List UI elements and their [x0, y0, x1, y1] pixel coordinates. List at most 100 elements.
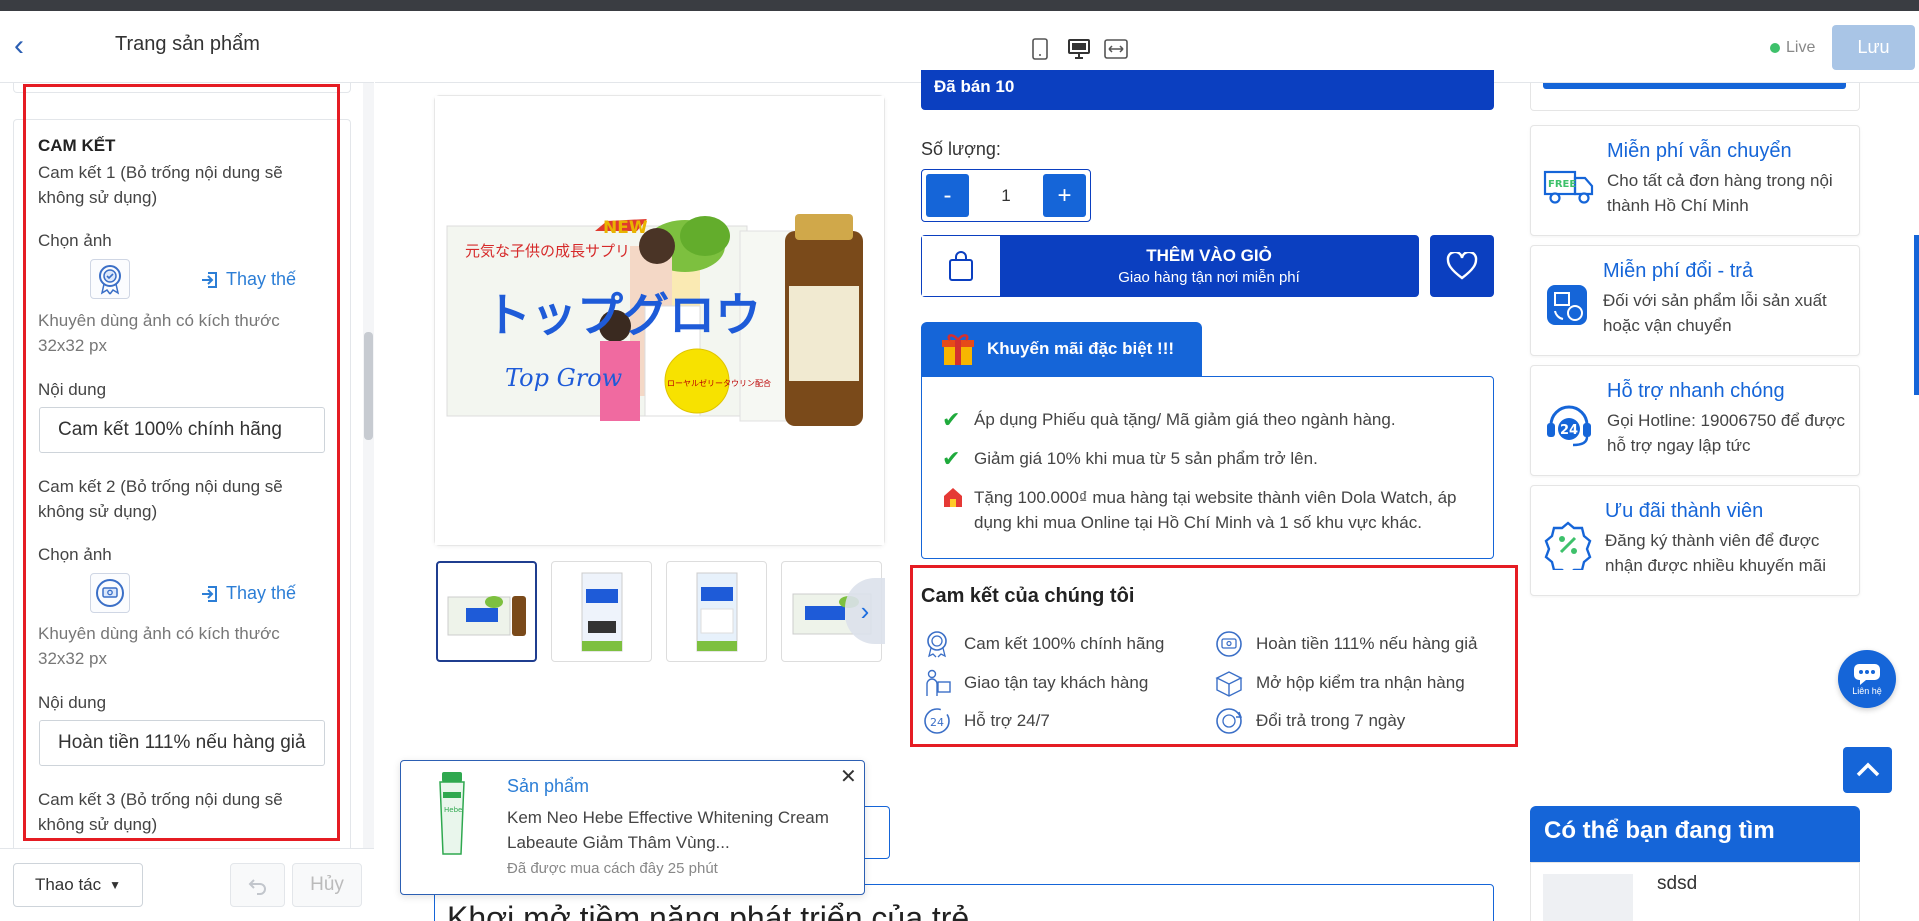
- quantity-increase-button[interactable]: +: [1043, 174, 1086, 217]
- cancel-button[interactable]: Hủy: [292, 863, 362, 907]
- toast-product-name[interactable]: Kem Neo Hebe Effective Whitening Cream L…: [507, 805, 837, 855]
- contact-chat-button[interactable]: Liên hệ: [1838, 650, 1896, 708]
- service-fast-support: 24 Hỗ trợ nhanh chóng Gọi Hotline: 19006…: [1530, 365, 1860, 476]
- promo-title: Khuyến mãi đặc biệt !!!: [987, 339, 1175, 358]
- promo-box: ✔ Áp dụng Phiếu quà tặng/ Mã giảm giá the…: [921, 376, 1494, 559]
- suggested-product-image[interactable]: [1543, 874, 1633, 921]
- highlight-box-editor: [23, 84, 340, 841]
- product-photo: 元気な子供の成長サプリ NEW トップグロウ Top Grow ローヤルゼリータ…: [435, 96, 884, 545]
- expand-width-icon: [1104, 39, 1128, 59]
- desktop-view-button[interactable]: [1062, 32, 1096, 66]
- add-to-cart-label: THÊM VÀO GIỎ: [1146, 246, 1272, 265]
- new-badge: NEW: [603, 218, 648, 238]
- promo-line-2: ✔ Giảm giá 10% khi mua từ 5 sản phẩm trở …: [942, 446, 1471, 471]
- highlight-box-preview: [910, 565, 1518, 747]
- editor-scrollbar[interactable]: [363, 83, 374, 848]
- product-thumbnails: [436, 561, 882, 662]
- quantity-stepper: - 1 +: [921, 169, 1091, 222]
- promo-line-3: Tặng 100.000₫ mua hàng tại website thành…: [942, 485, 1471, 535]
- checkmark-icon: ✔: [942, 407, 961, 432]
- service-free-shipping: FREE Miễn phí vẫn chuyển Cho tất cả đơn …: [1530, 125, 1860, 236]
- jp-brand: トップグロウ: [485, 288, 761, 342]
- toast-product-image: Hebe: [430, 772, 475, 857]
- chevron-up-icon: [1856, 762, 1879, 777]
- svg-text:FREE: FREE: [1548, 179, 1576, 190]
- chat-bubble-icon: [1854, 664, 1880, 685]
- service-desc: Đối với sản phẩm lỗi sản xuất hoặc vận c…: [1603, 291, 1827, 335]
- thumbnail-1[interactable]: [436, 561, 537, 662]
- quantity-decrease-button[interactable]: -: [926, 174, 969, 217]
- brand-en: Top Grow: [505, 364, 623, 392]
- promo-text: Giảm giá 10% khi mua từ 5 sản phẩm trở l…: [974, 449, 1318, 468]
- service-title: Ưu đãi thành viên: [1605, 500, 1764, 522]
- wishlist-button[interactable]: [1430, 235, 1494, 297]
- mobile-view-button[interactable]: [1023, 32, 1057, 66]
- undo-button[interactable]: [230, 863, 285, 907]
- promo-tab: Khuyến mãi đặc biệt !!!: [921, 322, 1202, 376]
- live-status: Live: [1770, 39, 1815, 57]
- thumbnail-photo: [696, 572, 737, 651]
- side-edge-accent: [1914, 235, 1919, 395]
- chat-label: Liên hệ: [1852, 686, 1882, 696]
- thumbnail-photo: [581, 572, 622, 651]
- thumbnail-3[interactable]: [666, 561, 767, 662]
- add-to-cart-text: THÊM VÀO GIỎ Giao hàng tận nơi miễn phí: [1000, 236, 1418, 296]
- chevron-right-icon: ›: [860, 595, 870, 626]
- add-to-cart-button[interactable]: THÊM VÀO GIỎ Giao hàng tận nơi miễn phí: [921, 235, 1419, 297]
- gift-icon: [942, 334, 974, 365]
- house-gift-icon: [942, 485, 964, 535]
- maybe-looking-for-title: Có thể bạn đang tìm: [1530, 806, 1860, 862]
- back-arrow-icon[interactable]: ‹: [14, 31, 36, 61]
- service-title: Miễn phí vẫn chuyển: [1607, 140, 1792, 162]
- service-desc: Đăng ký thành viên để được nhận được nhi…: [1605, 531, 1826, 575]
- exchange-return-icon: [1543, 278, 1591, 332]
- sidebar-top-button[interactable]: [1543, 83, 1846, 89]
- service-title: Hỗ trợ nhanh chóng: [1607, 380, 1785, 402]
- service-title: Miễn phí đổi - trả: [1603, 260, 1754, 282]
- live-dot-icon: [1770, 43, 1780, 53]
- service-member-offer: Ưu đãi thành viên Đăng ký thành viên để …: [1530, 485, 1860, 596]
- caret-down-icon: ▼: [109, 878, 122, 892]
- editor-scrollbar-thumb[interactable]: [364, 332, 373, 440]
- product-main-image[interactable]: 元気な子供の成長サプリ NEW トップグロウ Top Grow ローヤルゼリータ…: [434, 95, 885, 546]
- suggested-product-name[interactable]: sdsd: [1657, 873, 1697, 895]
- undo-icon: [248, 879, 266, 895]
- quantity-input[interactable]: 1: [1001, 186, 1010, 206]
- save-button[interactable]: Lưu: [1832, 25, 1915, 70]
- toast-category[interactable]: Sản phẩm: [507, 776, 589, 797]
- toast-time: Đã được mua cách đây 25 phút: [507, 860, 718, 877]
- actions-dropdown[interactable]: Thao tác ▼: [13, 863, 143, 907]
- free-shipping-truck-icon: FREE: [1543, 158, 1595, 212]
- scroll-to-top-button[interactable]: [1843, 747, 1892, 793]
- svg-text:24: 24: [1560, 423, 1578, 438]
- article-title: Khơi mở tiềm năng phát triển của trẻ: [447, 900, 970, 921]
- support-24h-icon: 24: [1543, 398, 1595, 452]
- service-desc: Cho tất cả đơn hàng trong nội thành Hồ C…: [1607, 171, 1833, 215]
- heart-icon: [1446, 252, 1478, 280]
- close-icon[interactable]: ✕: [840, 764, 857, 789]
- jp-tagline: 元気な子供の成長サプリ: [465, 242, 630, 260]
- checkmark-icon: ✔: [942, 446, 961, 471]
- fullwidth-view-button[interactable]: [1099, 32, 1133, 66]
- desktop-icon: [1068, 39, 1090, 59]
- promo-text: Tặng 100.000₫ mua hàng tại website thành…: [974, 488, 1457, 532]
- service-desc: Gọi Hotline: 19006750 để được hỗ trợ nga…: [1607, 411, 1846, 455]
- service-free-return: Miễn phí đổi - trả Đối với sản phẩm lỗi …: [1530, 245, 1860, 356]
- mobile-icon: [1032, 38, 1048, 60]
- promo-line-1: ✔ Áp dụng Phiếu quà tặng/ Mã giảm giá the…: [942, 407, 1471, 432]
- thumbnail-photo: [447, 595, 526, 636]
- discount-badge-icon: [1543, 518, 1593, 572]
- shopping-bag-icon: [922, 236, 1000, 296]
- hidden-button-edge[interactable]: [865, 806, 890, 859]
- window-top-strip: [0, 0, 1919, 11]
- thumbnail-2[interactable]: [551, 561, 652, 662]
- quantity-label: Số lượng:: [921, 139, 1001, 159]
- sold-count-bar: Đã bán 10: [921, 70, 1494, 110]
- live-label: Live: [1786, 39, 1816, 56]
- promo-text: Áp dụng Phiếu quà tặng/ Mã giảm giá theo…: [974, 410, 1396, 429]
- tube-label: Hebe: [444, 806, 462, 814]
- add-to-cart-sublabel: Giao hàng tận nơi miễn phí: [1118, 269, 1300, 286]
- actions-label: Thao tác: [34, 875, 102, 894]
- editor-title: Trang sản phẩm: [115, 33, 260, 55]
- jp-circle-text: ローヤルゼリータウリン配合: [667, 378, 771, 388]
